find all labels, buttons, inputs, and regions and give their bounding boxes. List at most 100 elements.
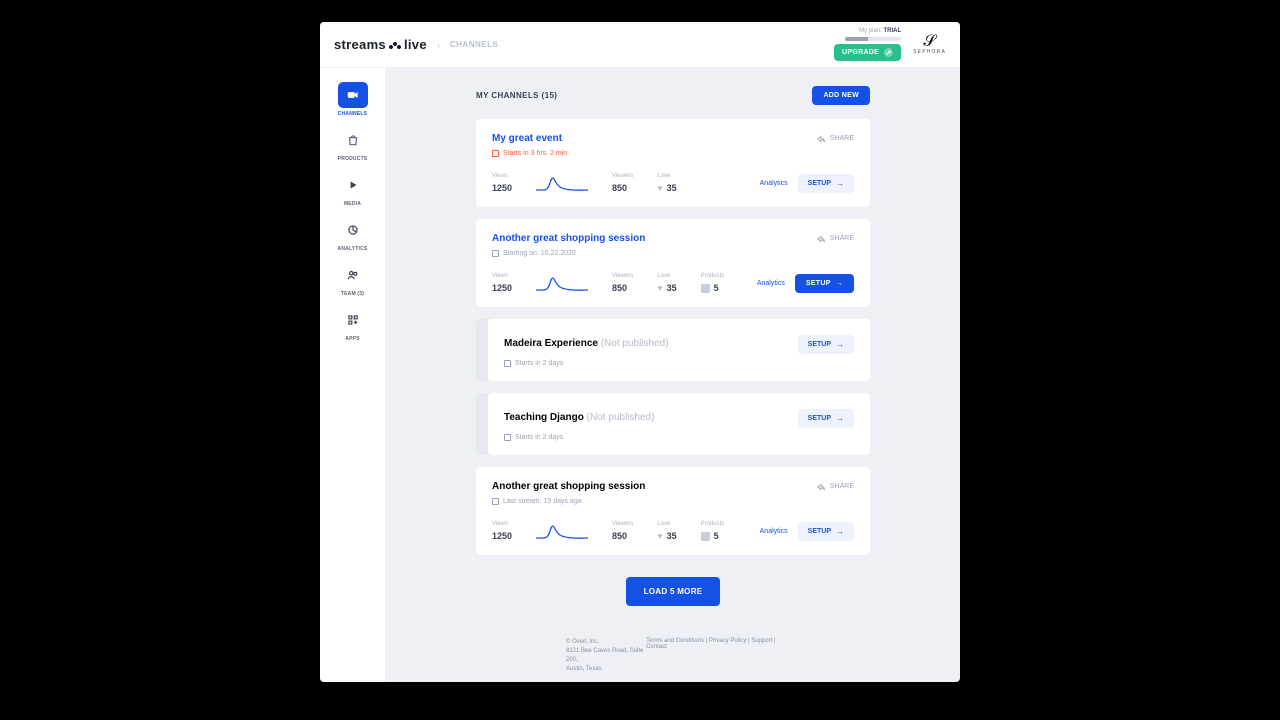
stat-views: Views1250 (492, 521, 512, 541)
sidebar-item-analytics[interactable]: ANALYTICS (333, 217, 373, 252)
bag-small-icon (701, 284, 710, 293)
sparkline-icon (536, 273, 588, 293)
stat-viewers: Viewers850 (612, 521, 633, 541)
footer-address-2: Austin, Texas (566, 665, 646, 674)
arrow-right-icon: → (836, 414, 844, 423)
channel-card-unpublished: Teaching Django (Not published) SETUP→ S… (488, 393, 870, 455)
load-more-button[interactable]: LOAD 5 MORE (626, 577, 721, 606)
upgrade-button[interactable]: UPGRADE ↗ (834, 44, 901, 61)
sidebar-item-channels[interactable]: CHANNELS (333, 82, 373, 117)
setup-button[interactable]: SETUP→ (798, 174, 854, 193)
footer-link-support[interactable]: Support (751, 638, 772, 644)
analytics-link[interactable]: Analytics (760, 180, 788, 187)
channel-card: Another great shopping session SHARE Las… (476, 467, 870, 555)
footer-copyright: © Oveit, Inc. (566, 638, 646, 647)
plan-block: My plan: TRIAL UPGRADE ↗ (834, 28, 901, 61)
logo-text-a: streams (334, 37, 386, 52)
setup-button[interactable]: SETUP→ (798, 522, 854, 541)
logo-wave-icon (388, 41, 402, 49)
channel-title: Another great shopping session (492, 481, 645, 492)
sidebar-item-apps[interactable]: APPS (333, 307, 373, 342)
heart-icon: ♥ (657, 531, 662, 541)
bag-small-icon (701, 532, 710, 541)
heart-icon: ♥ (657, 183, 662, 193)
status-badge: (Not published) (601, 338, 669, 349)
setup-button-primary[interactable]: SETUP→ (795, 274, 854, 293)
plan-progress (845, 37, 901, 41)
share-button[interactable]: SHARE (816, 134, 854, 144)
pie-icon (346, 223, 360, 237)
calendar-icon (504, 360, 511, 367)
upgrade-arrow-icon: ↗ (884, 48, 893, 57)
sidebar-item-label: APPS (345, 336, 359, 342)
brand-name: SEPHORA (913, 50, 946, 55)
channel-title: Teaching Django (Not published) (504, 412, 654, 423)
share-icon (816, 482, 826, 492)
calendar-icon (492, 150, 499, 157)
apps-icon (346, 313, 360, 327)
stat-views: Views 1250 (492, 173, 512, 193)
upgrade-label: UPGRADE (842, 49, 879, 56)
calendar-icon (492, 250, 499, 257)
sidebar-item-products[interactable]: PRODUCTS (333, 127, 373, 162)
channel-subtitle: Starts in 2 days (504, 434, 854, 441)
stat-love: Love ♥35 (657, 173, 676, 193)
main-content: MY CHANNELS (15) ADD NEW My great event … (386, 68, 960, 682)
share-label: SHARE (830, 483, 854, 490)
channel-subtitle: Last stream: 15 days ago (492, 498, 854, 505)
arrow-right-icon: → (836, 527, 844, 536)
channel-card-unpublished: Madeira Experience (Not published) SETUP… (488, 319, 870, 381)
sparkline-icon (536, 173, 588, 193)
chevron-right-icon: › (437, 40, 440, 50)
tenant-brand[interactable]: 𝒮 SEPHORA (913, 34, 946, 55)
analytics-link[interactable]: Analytics (757, 280, 785, 287)
stat-viewers: Viewers850 (612, 273, 633, 293)
plan-name: TRIAL (883, 28, 901, 34)
stat-viewers: Viewers 850 (612, 173, 633, 193)
brand-mark-icon: 𝒮 (923, 34, 935, 50)
live-camera-icon (346, 88, 360, 102)
plan-prefix: My plan: (859, 28, 882, 34)
analytics-link[interactable]: Analytics (760, 528, 788, 535)
page-title: MY CHANNELS (15) (476, 91, 557, 100)
status-badge: (Not published) (587, 412, 655, 423)
sparkline-icon (536, 521, 588, 541)
footer-link-contact[interactable]: Contact (646, 644, 667, 650)
sidebar-item-label: ANALYTICS (338, 246, 368, 252)
team-icon (346, 268, 360, 282)
sidebar-item-label: MEDIA (344, 201, 361, 207)
channel-title[interactable]: Another great shopping session (492, 233, 645, 244)
setup-button[interactable]: SETUP→ (798, 335, 854, 354)
logo[interactable]: streams live (334, 37, 427, 52)
bag-icon (346, 133, 360, 147)
stat-love: Love♥35 (657, 273, 676, 293)
channel-title[interactable]: My great event (492, 133, 562, 144)
add-new-button[interactable]: ADD NEW (812, 86, 870, 105)
share-button[interactable]: SHARE (816, 234, 854, 244)
breadcrumb[interactable]: CHANNELS (450, 40, 498, 49)
stat-products: Products5 (701, 521, 725, 541)
channel-card: Another great shopping session SHARE Sta… (476, 219, 870, 307)
add-new-label: ADD NEW (823, 92, 859, 99)
share-icon (816, 134, 826, 144)
setup-button[interactable]: SETUP→ (798, 409, 854, 428)
footer-link-privacy[interactable]: Privacy Policy (709, 638, 746, 644)
footer-links: Terms and Conditions | Privacy Policy | … (646, 638, 780, 674)
sidebar-item-label: PRODUCTS (338, 156, 368, 162)
share-label: SHARE (830, 235, 854, 242)
stat-views: Views1250 (492, 273, 512, 293)
header: streams live › CHANNELS My plan: TRIAL U… (320, 22, 960, 68)
sidebar-item-team[interactable]: TEAM (3) (333, 262, 373, 297)
app-window: streams live › CHANNELS My plan: TRIAL U… (320, 22, 960, 682)
sidebar-item-media[interactable]: MEDIA (333, 172, 373, 207)
sidebar-item-label: CHANNELS (338, 111, 367, 117)
share-button[interactable]: SHARE (816, 482, 854, 492)
calendar-icon (492, 498, 499, 505)
heart-icon: ♥ (657, 283, 662, 293)
play-icon (346, 178, 360, 192)
arrow-right-icon: → (836, 340, 844, 349)
footer: © Oveit, Inc. 8121 Bee Caves Road, Suite… (476, 626, 870, 682)
footer-address-1: 8121 Bee Caves Road, Suite 200, (566, 647, 646, 665)
calendar-icon (504, 434, 511, 441)
sidebar: CHANNELS PRODUCTS MEDIA ANALYTICS TEAM (… (320, 68, 386, 682)
